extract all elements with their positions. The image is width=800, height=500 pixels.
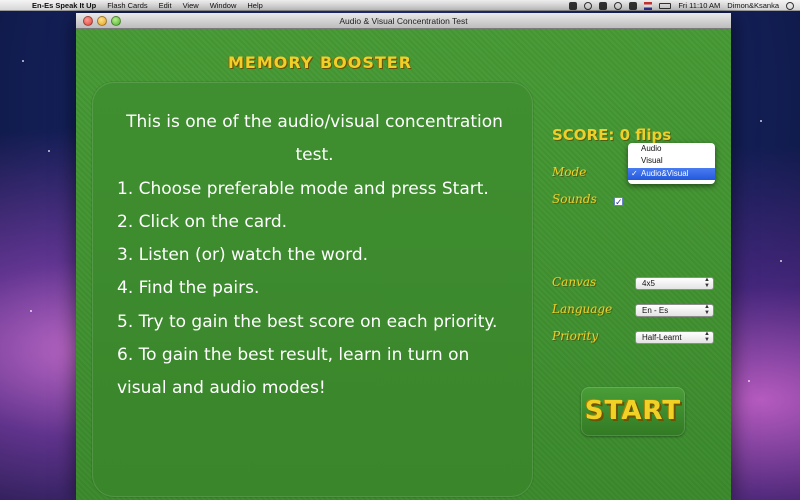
mode-option-label: Visual (641, 156, 663, 166)
canvas-select[interactable]: 4x5 ▲ ▼ (635, 277, 714, 290)
spotlight-search-icon[interactable] (786, 1, 794, 10)
priority-select[interactable]: Half-Learnt ▲ ▼ (635, 331, 714, 344)
instruction-step-5: 5. Try to gain the best score on each pr… (117, 311, 498, 332)
menu-user[interactable]: Dimon&Ksanka (727, 0, 779, 11)
menu-clock[interactable]: Fri 11:10 AM (678, 0, 720, 11)
mode-option-label: Audio (641, 144, 662, 153)
game-background: MEMORY BOOSTER This is one of the audio/… (76, 29, 731, 500)
wifi-icon[interactable] (614, 1, 623, 10)
instructions-panel: This is one of the audio/visual concentr… (92, 82, 533, 497)
menu-edit[interactable]: Edit (159, 0, 172, 11)
star (780, 260, 782, 262)
instruction-step-1: 1. Choose preferable mode and press Star… (117, 178, 489, 199)
star (30, 310, 32, 312)
mode-option-audio-visual[interactable]: ✓ Audio&Visual (628, 167, 715, 180)
time-machine-icon[interactable] (569, 1, 578, 10)
mode-option-audio[interactable]: Audio (628, 143, 715, 155)
menu-bar: En-Es Speak It Up Flash Cards Edit View … (0, 0, 800, 11)
app-window: Audio & Visual Concentration Test MEMORY… (76, 13, 731, 500)
sync-icon[interactable] (584, 1, 593, 10)
mode-dropdown-menu[interactable]: Audio Visual ✓ Audio&Visual (628, 143, 715, 184)
instruction-intro: This is one of the audio/visual concentr… (126, 112, 503, 166)
input-source-flag-icon[interactable] (644, 1, 653, 10)
instructions-text: This is one of the audio/visual concentr… (117, 106, 512, 406)
menu-view[interactable]: View (183, 0, 199, 11)
star (48, 150, 50, 152)
menu-window[interactable]: Window (210, 0, 237, 11)
language-label: Language (552, 302, 613, 316)
updown-arrows-icon: ▲ ▼ (704, 331, 710, 343)
updown-arrows-icon: ▲ ▼ (704, 277, 710, 289)
battery-icon[interactable] (659, 2, 672, 9)
sounds-checkbox[interactable]: ✓ (614, 197, 623, 207)
menu-extras: Fri 11:10 AM Dimon&Ksanka (569, 0, 794, 11)
mode-label: Mode (552, 165, 587, 179)
canvas-label: Canvas (552, 275, 597, 289)
instruction-step-4: 4. Find the pairs. (117, 278, 260, 299)
menu-help[interactable]: Help (247, 0, 262, 11)
priority-label: Priority (552, 329, 599, 343)
priority-select-value: Half-Learnt (642, 333, 682, 342)
sounds-label: Sounds (552, 192, 597, 206)
page-title: MEMORY BOOSTER (227, 53, 413, 72)
score-label: SCORE: 0 flips (552, 126, 672, 144)
mode-option-visual[interactable]: Visual (628, 155, 715, 167)
window-titlebar[interactable]: Audio & Visual Concentration Test (76, 13, 731, 29)
checkmark-icon: ✓ (631, 168, 638, 178)
instruction-step-3: 3. Listen (or) watch the word. (117, 245, 369, 266)
language-select[interactable]: En - Es ▲ ▼ (635, 304, 714, 317)
mode-option-label: Audio&Visual (641, 168, 689, 178)
canvas-select-value: 4x5 (642, 279, 655, 288)
menu-app-name[interactable]: En-Es Speak It Up (32, 0, 96, 11)
instruction-step-6: 6. To gain the best result, learn in tur… (117, 345, 470, 399)
updown-arrows-icon: ▲ ▼ (704, 304, 710, 316)
start-button[interactable]: START (581, 387, 685, 436)
star (760, 120, 762, 122)
star (22, 60, 24, 62)
volume-icon[interactable] (629, 1, 638, 10)
menu-flash-cards[interactable]: Flash Cards (107, 0, 147, 11)
language-select-value: En - Es (642, 306, 669, 315)
bluetooth-icon[interactable] (599, 1, 608, 10)
instruction-step-2: 2. Click on the card. (117, 211, 288, 232)
window-title: Audio & Visual Concentration Test (339, 16, 468, 26)
star (748, 380, 750, 382)
